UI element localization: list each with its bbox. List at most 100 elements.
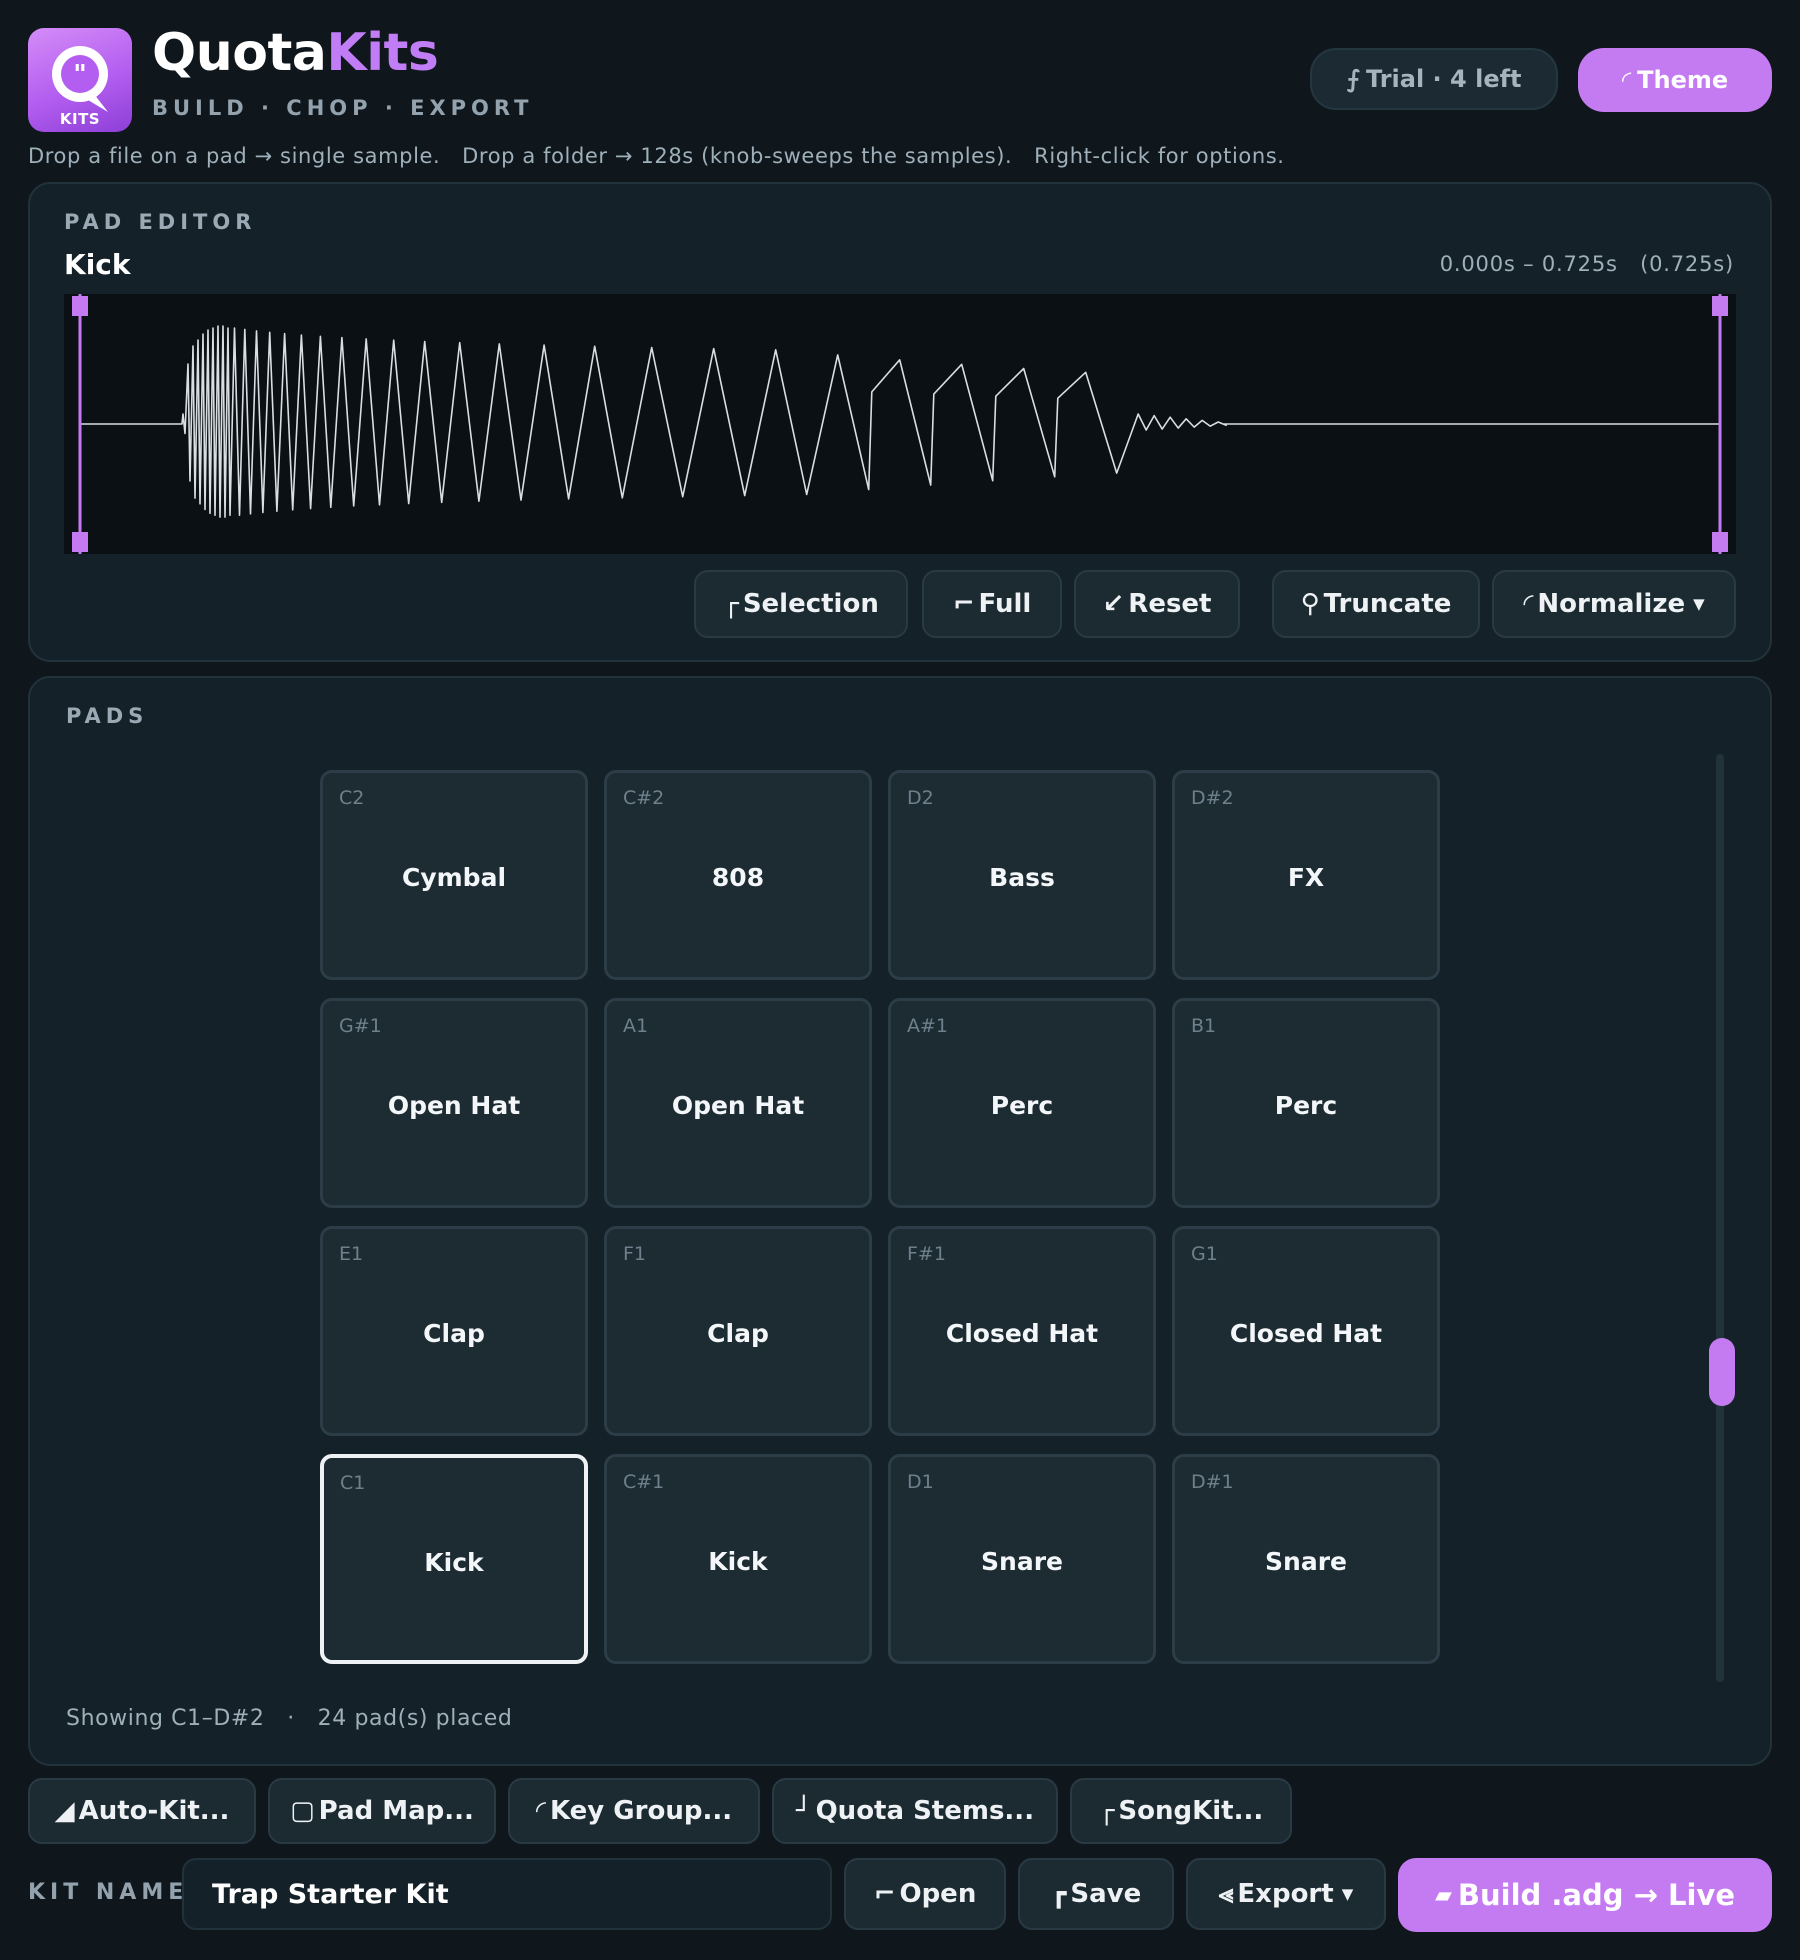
export-dropdown[interactable]: ⪡ Export ▼ bbox=[1186, 1858, 1386, 1930]
pad[interactable]: D2 Bass bbox=[888, 770, 1156, 980]
app-title: QuotaKits bbox=[152, 20, 439, 86]
pad-note: C2 bbox=[339, 787, 365, 809]
theme-icon: ◜ bbox=[1621, 66, 1632, 94]
selection-button[interactable]: ┌ Selection bbox=[694, 570, 908, 638]
normalize-dropdown[interactable]: ◜ Normalize ▼ bbox=[1492, 570, 1736, 638]
theme-button[interactable]: ◜ Theme bbox=[1578, 48, 1772, 112]
pad-note: G1 bbox=[1191, 1243, 1218, 1265]
app-title-part2: Kits bbox=[326, 23, 439, 83]
app-title-part1: Quota bbox=[152, 23, 327, 83]
end-handle-top[interactable] bbox=[1712, 296, 1728, 316]
wand-icon: ◢ bbox=[54, 1796, 75, 1826]
truncate-button[interactable]: ⚲ Truncate bbox=[1272, 570, 1480, 638]
full-button[interactable]: ⌐ Full bbox=[922, 570, 1062, 638]
build-icon: ▰ bbox=[1435, 1882, 1452, 1908]
kit-name-input[interactable] bbox=[182, 1858, 832, 1930]
arc-icon: ◜ bbox=[535, 1796, 546, 1826]
pad-note: D#2 bbox=[1191, 787, 1234, 809]
pad-note: F#1 bbox=[907, 1243, 946, 1265]
app-tagline: BUILD · CHOP · EXPORT bbox=[152, 96, 534, 120]
waveform-view[interactable] bbox=[64, 294, 1736, 554]
pad-map-button[interactable]: ▢ Pad Map... bbox=[268, 1778, 496, 1844]
pad[interactable]: A1 Open Hat bbox=[604, 998, 872, 1208]
pad-note: E1 bbox=[339, 1243, 364, 1265]
trial-icon: ⨍ bbox=[1346, 65, 1360, 93]
auto-kit-label: Auto-Kit... bbox=[78, 1796, 230, 1826]
songkit-button[interactable]: ┌ SongKit... bbox=[1070, 1778, 1292, 1844]
pad[interactable]: B1 Perc bbox=[1172, 998, 1440, 1208]
reset-label: Reset bbox=[1128, 589, 1212, 619]
svg-text:": " bbox=[73, 60, 87, 90]
pad-note: C#2 bbox=[623, 787, 665, 809]
truncate-label: Truncate bbox=[1323, 589, 1452, 619]
pad[interactable]: D#1 Snare bbox=[1172, 1454, 1440, 1664]
selection-icon: ┌ bbox=[723, 589, 739, 619]
pads-status: Showing C1–D#2 · 24 pad(s) placed bbox=[66, 1706, 513, 1731]
start-handle-top[interactable] bbox=[72, 296, 88, 316]
save-icon: ┏ bbox=[1050, 1879, 1067, 1909]
export-label: Export bbox=[1237, 1879, 1334, 1909]
full-icon: ⌐ bbox=[952, 589, 975, 619]
pad-name: Clap bbox=[423, 1319, 485, 1348]
pad-name: Snare bbox=[1265, 1547, 1347, 1576]
key-group-label: Key Group... bbox=[549, 1796, 733, 1826]
pad-name: Closed Hat bbox=[1229, 1319, 1383, 1348]
normalize-icon: ◜ bbox=[1523, 589, 1534, 619]
pad-note: D1 bbox=[907, 1471, 934, 1493]
stems-icon: ┘ bbox=[795, 1796, 812, 1826]
quota-stems-label: Quota Stems... bbox=[815, 1796, 1035, 1826]
pad[interactable]: D#2 FX bbox=[1172, 770, 1440, 980]
open-button[interactable]: ⌐ Open bbox=[844, 1858, 1006, 1930]
pad-map-label: Pad Map... bbox=[318, 1796, 474, 1826]
pad-name: FX bbox=[1287, 863, 1325, 892]
auto-kit-button[interactable]: ◢ Auto-Kit... bbox=[28, 1778, 256, 1844]
pad-name: Kick bbox=[708, 1547, 768, 1576]
pad[interactable]: C#2 808 bbox=[604, 770, 872, 980]
pad-name: Kick bbox=[424, 1548, 484, 1577]
key-group-button[interactable]: ◜ Key Group... bbox=[508, 1778, 760, 1844]
pad-name: Closed Hat bbox=[945, 1319, 1099, 1348]
pad[interactable]: C#1 Kick bbox=[604, 1454, 872, 1664]
pads-scrollbar[interactable] bbox=[1716, 754, 1724, 1682]
pad[interactable]: F#1 Closed Hat bbox=[888, 1226, 1156, 1436]
pad-note: D2 bbox=[907, 787, 934, 809]
pad[interactable]: A#1 Perc bbox=[888, 998, 1156, 1208]
waveform-graph bbox=[72, 294, 1728, 554]
pad-name: Perc bbox=[990, 1091, 1054, 1120]
theme-label: Theme bbox=[1637, 66, 1729, 94]
chevron-down-icon: ▼ bbox=[1693, 595, 1705, 613]
start-handle-bottom[interactable] bbox=[72, 532, 88, 552]
save-button[interactable]: ┏ Save bbox=[1018, 1858, 1174, 1930]
pad-name: Perc bbox=[1274, 1091, 1338, 1120]
pad-name: Bass bbox=[989, 863, 1055, 892]
pad-note: B1 bbox=[1191, 1015, 1217, 1037]
pad-name: Clap bbox=[707, 1319, 769, 1348]
pad[interactable]: E1 Clap bbox=[320, 1226, 588, 1436]
kit-name-label: KIT NAME bbox=[28, 1880, 189, 1905]
sample-name: Kick bbox=[64, 248, 131, 281]
trial-badge[interactable]: ⨍ Trial · 4 left bbox=[1310, 48, 1558, 110]
quota-stems-button[interactable]: ┘ Quota Stems... bbox=[772, 1778, 1058, 1844]
search-icon: ⚲ bbox=[1300, 589, 1320, 619]
pad[interactable]: D1 Snare bbox=[888, 1454, 1156, 1664]
trial-label: Trial · 4 left bbox=[1365, 65, 1522, 93]
drop-hint: Drop a file on a pad → single sample. Dr… bbox=[28, 144, 1285, 168]
pad-selected[interactable]: C1 Kick bbox=[320, 1454, 588, 1664]
pad[interactable]: G1 Closed Hat bbox=[1172, 1226, 1440, 1436]
pad-note: C#1 bbox=[623, 1471, 665, 1493]
reset-icon: ↙ bbox=[1102, 589, 1125, 619]
pad-note: A1 bbox=[623, 1015, 649, 1037]
pad[interactable]: G#1 Open Hat bbox=[320, 998, 588, 1208]
time-range-readout: 0.000s – 0.725s (0.725s) bbox=[1439, 252, 1734, 276]
pad-note: D#1 bbox=[1191, 1471, 1234, 1493]
build-adg-button[interactable]: ▰ Build .adg → Live bbox=[1398, 1858, 1772, 1932]
pad[interactable]: F1 Clap bbox=[604, 1226, 872, 1436]
end-handle-bottom[interactable] bbox=[1712, 532, 1728, 552]
reset-button[interactable]: ↙ Reset bbox=[1074, 570, 1240, 638]
app-logo: " KITS bbox=[28, 28, 132, 132]
logo-text: KITS bbox=[59, 110, 101, 128]
build-label: Build .adg → Live bbox=[1457, 1878, 1735, 1912]
pad[interactable]: C2 Cymbal bbox=[320, 770, 588, 980]
chevron-down-icon: ▼ bbox=[1341, 1885, 1354, 1903]
pads-scrollbar-thumb[interactable] bbox=[1709, 1338, 1735, 1406]
